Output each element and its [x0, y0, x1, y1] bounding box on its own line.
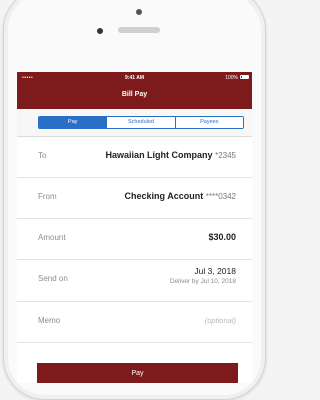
status-bar: ••••• 9:41 AM 100%	[17, 72, 252, 84]
from-account-name: Checking Account	[124, 191, 204, 201]
app-screen: ••••• 9:41 AM 100% Bill Pay Pay Schedule…	[17, 72, 252, 383]
segmented-control: Pay Scheduled Payees	[38, 116, 244, 129]
amount-row[interactable]: Amount $30.00	[17, 219, 252, 260]
tab-pay[interactable]: Pay	[39, 117, 107, 128]
tab-payees[interactable]: Payees	[174, 117, 243, 128]
front-camera	[136, 9, 142, 15]
from-label: From	[38, 192, 57, 201]
send-date: Jul 3, 2018	[194, 266, 236, 276]
from-row[interactable]: From Checking Account ****0342	[17, 178, 252, 219]
from-value: Checking Account ****0342	[125, 191, 236, 201]
from-account-mask: ****0342	[205, 192, 236, 201]
amount-value: $30.00	[208, 232, 236, 242]
deliver-by-date: Deliver by Jul 10, 2018	[169, 278, 236, 285]
battery-icon	[240, 75, 249, 79]
pay-button[interactable]: Pay	[37, 363, 238, 383]
status-time: 9:41 AM	[125, 75, 144, 81]
send-on-row[interactable]: Send on Jul 3, 2018 Deliver by Jul 10, 2…	[17, 260, 252, 302]
amount-label: Amount	[38, 233, 66, 242]
earpiece-speaker	[118, 27, 160, 33]
tab-bar: Pay Scheduled Payees	[17, 109, 252, 137]
tab-scheduled[interactable]: Scheduled	[106, 117, 175, 128]
to-row[interactable]: To Hawaiian Light Company *2345	[17, 137, 252, 178]
memo-input[interactable]: (optional)	[205, 316, 236, 325]
payee-value: Hawaiian Light Company *2345	[106, 150, 236, 160]
memo-row[interactable]: Memo (optional)	[17, 302, 252, 343]
battery-percent: 100%	[225, 75, 238, 81]
to-label: To	[38, 151, 47, 160]
send-on-label: Send on	[38, 274, 68, 283]
memo-label: Memo	[38, 316, 61, 325]
payee-account-mask: *2345	[215, 151, 236, 160]
payee-name: Hawaiian Light Company	[105, 150, 213, 160]
page-title: Bill Pay	[121, 91, 148, 98]
send-on-value: Jul 3, 2018 Deliver by Jul 10, 2018	[170, 266, 236, 285]
app-header: ••••• 9:41 AM 100% Bill Pay	[17, 72, 252, 109]
proximity-sensor	[97, 28, 103, 34]
